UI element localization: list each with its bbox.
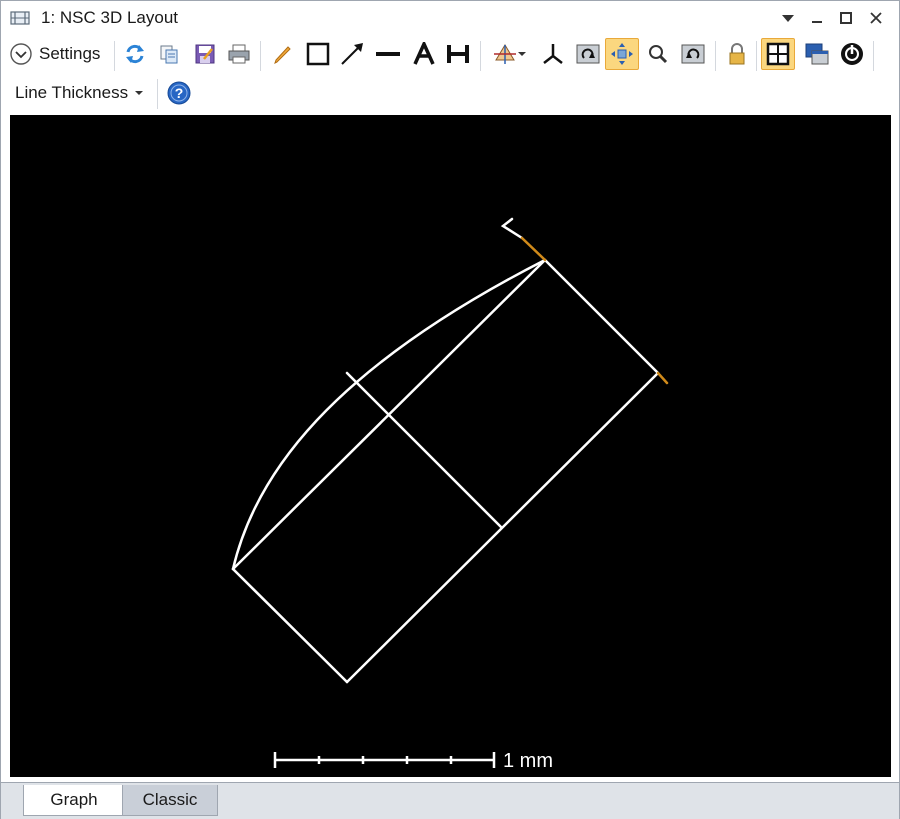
line-thickness-label: Line Thickness bbox=[15, 83, 129, 102]
layout-plot: 1 mm bbox=[231, 217, 669, 772]
dimension-tool-button[interactable] bbox=[443, 38, 473, 70]
arrow-tool-button[interactable] bbox=[337, 38, 367, 70]
print-button[interactable] bbox=[225, 38, 253, 70]
fit-window-icon bbox=[766, 42, 790, 66]
toolbar-separator bbox=[260, 41, 261, 71]
toolbar-separator bbox=[756, 41, 757, 71]
toolbar-separator bbox=[114, 41, 115, 71]
axes-button[interactable] bbox=[538, 38, 568, 70]
text-tool-button[interactable] bbox=[409, 38, 439, 70]
copy-icon bbox=[160, 45, 178, 64]
lens-top-face bbox=[543, 258, 660, 375]
secondary-toolbar: Line Thickness ? bbox=[1, 77, 899, 111]
rotate-3d-icon bbox=[494, 44, 516, 64]
help-button[interactable]: ? bbox=[165, 77, 193, 109]
reset-view-icon bbox=[681, 44, 705, 64]
toolbar-separator bbox=[873, 41, 874, 71]
detector-segment-top bbox=[520, 236, 547, 262]
line-icon bbox=[376, 52, 400, 56]
arrow-icon bbox=[341, 43, 363, 65]
chevron-down-icon bbox=[782, 15, 794, 22]
svg-text:?: ? bbox=[175, 85, 184, 101]
pan-icon bbox=[611, 43, 633, 65]
chevron-down-icon bbox=[135, 91, 144, 95]
tab-classic[interactable]: Classic bbox=[122, 785, 218, 816]
help-icon: ? bbox=[167, 81, 191, 105]
title-bar[interactable]: 1: NSC 3D Layout bbox=[1, 1, 899, 35]
lens-cross-line bbox=[345, 371, 503, 529]
rectangle-icon bbox=[306, 42, 330, 66]
pan-button[interactable] bbox=[605, 38, 639, 70]
zoom-button[interactable] bbox=[643, 38, 673, 70]
maximize-icon bbox=[840, 12, 852, 24]
rotate-view-icon bbox=[576, 44, 600, 64]
line-thickness-dropdown[interactable]: Line Thickness bbox=[15, 77, 149, 109]
refresh-icon bbox=[126, 44, 144, 64]
minimize-icon bbox=[812, 21, 822, 23]
close-button[interactable] bbox=[863, 5, 889, 31]
text-icon bbox=[413, 42, 435, 65]
lock-icon bbox=[729, 43, 745, 65]
copy-button[interactable] bbox=[155, 38, 183, 70]
maximize-button[interactable] bbox=[833, 5, 859, 31]
lock-button[interactable] bbox=[723, 38, 751, 70]
pencil-tool-button[interactable] bbox=[269, 38, 297, 70]
detector-segment-right bbox=[656, 371, 669, 385]
lens-bottom-face bbox=[231, 567, 349, 684]
chevron-down-icon bbox=[518, 52, 526, 56]
view-tabs: Graph Classic bbox=[1, 782, 899, 819]
main-toolbar: Settings bbox=[1, 38, 899, 76]
refresh-button[interactable] bbox=[121, 38, 149, 70]
float-window-icon bbox=[805, 43, 829, 65]
window-title: 1: NSC 3D Layout bbox=[41, 8, 179, 27]
settings-label: Settings bbox=[39, 44, 101, 63]
rotate-view-button[interactable] bbox=[573, 38, 603, 70]
zoom-icon bbox=[649, 45, 668, 64]
target-icon bbox=[841, 43, 863, 65]
rotate-3d-dropdown[interactable] bbox=[488, 38, 530, 70]
dimension-icon bbox=[447, 45, 469, 63]
minimize-button[interactable] bbox=[804, 5, 830, 31]
tab-graph[interactable]: Graph bbox=[23, 785, 125, 816]
chevron-circle-icon bbox=[10, 43, 32, 65]
toolbar-separator bbox=[715, 41, 716, 71]
fit-window-button[interactable] bbox=[761, 38, 795, 70]
save-button[interactable] bbox=[191, 38, 219, 70]
layout-window: 1: NSC 3D Layout Settings Line Thickness… bbox=[0, 0, 900, 819]
print-icon bbox=[228, 44, 250, 64]
layout-canvas[interactable]: 1 mm bbox=[10, 115, 891, 777]
close-icon bbox=[870, 12, 882, 24]
axes-icon bbox=[543, 44, 563, 64]
scale-bar-label: 1 mm bbox=[503, 750, 553, 772]
reset-view-button[interactable] bbox=[678, 38, 708, 70]
float-window-button[interactable] bbox=[801, 38, 833, 70]
tab-classic-label: Classic bbox=[142, 790, 198, 809]
layout-window-icon bbox=[10, 11, 30, 25]
settings-button[interactable]: Settings bbox=[9, 38, 109, 70]
save-icon bbox=[195, 44, 215, 64]
target-button[interactable] bbox=[837, 38, 867, 70]
scale-bar bbox=[273, 752, 496, 768]
line-tool-button[interactable] bbox=[373, 38, 403, 70]
toolbar-separator bbox=[157, 79, 158, 109]
source-marker bbox=[500, 217, 524, 240]
tab-graph-label: Graph bbox=[50, 790, 98, 809]
toolbar-separator bbox=[480, 41, 481, 71]
rectangle-tool-button[interactable] bbox=[303, 38, 333, 70]
window-menu-button[interactable] bbox=[775, 5, 801, 31]
pencil-icon bbox=[274, 46, 291, 64]
